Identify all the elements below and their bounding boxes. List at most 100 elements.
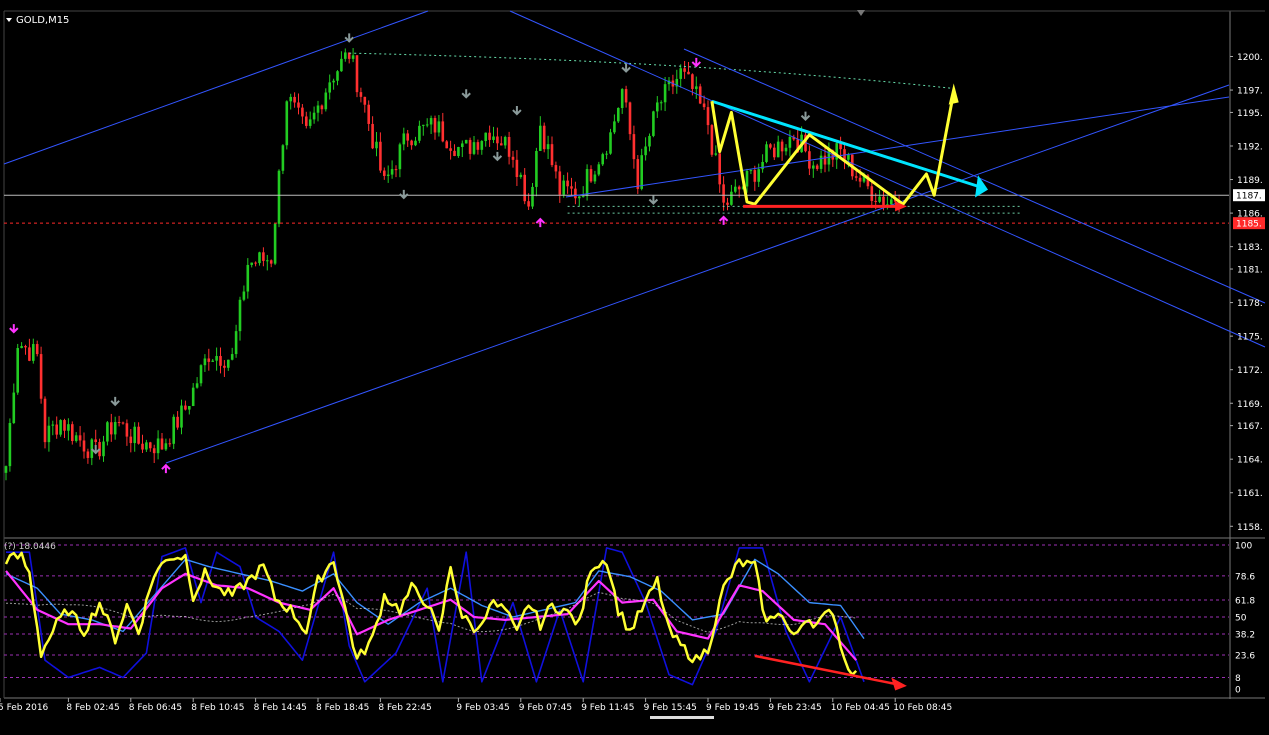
candle-body bbox=[250, 262, 253, 265]
candle-body bbox=[277, 170, 281, 224]
price-chart[interactable]: 1200.1197.1195.1192.1189.1186.1183.1181.… bbox=[0, 0, 1269, 731]
candle-body bbox=[718, 153, 721, 185]
candle-body bbox=[340, 58, 343, 72]
candle-body bbox=[410, 140, 413, 146]
candle-body bbox=[74, 435, 78, 442]
candle-body bbox=[433, 118, 437, 133]
candle-body bbox=[589, 169, 593, 182]
candle-body bbox=[67, 424, 70, 431]
price-tick-label: 1200. bbox=[1237, 53, 1263, 63]
candle-body bbox=[507, 136, 511, 157]
candle-body bbox=[375, 141, 378, 149]
candle-body bbox=[468, 139, 472, 154]
osc-level-label: 23.6 bbox=[1235, 652, 1255, 662]
candle-body bbox=[20, 346, 23, 349]
candle-body bbox=[745, 170, 749, 187]
candle-body bbox=[441, 121, 445, 142]
candle-body bbox=[117, 422, 121, 424]
candle-body bbox=[273, 223, 277, 264]
candle-body bbox=[640, 155, 643, 189]
candle-body bbox=[199, 365, 203, 384]
candle-body bbox=[35, 344, 39, 355]
candle-body bbox=[585, 169, 589, 197]
candle-body bbox=[4, 466, 8, 473]
candle-body bbox=[316, 105, 320, 113]
candle-body bbox=[784, 147, 788, 152]
candle-body bbox=[593, 174, 597, 182]
candle-body bbox=[188, 406, 191, 410]
time-tick-label: 5 Feb 2016 bbox=[0, 703, 49, 713]
candle-body bbox=[854, 176, 858, 178]
candle-body bbox=[749, 170, 753, 172]
candle-body bbox=[207, 358, 211, 362]
chart-title: GOLD,M15 bbox=[6, 15, 69, 26]
candle-body bbox=[882, 196, 885, 206]
candle-body bbox=[55, 424, 58, 435]
candle-body bbox=[776, 141, 780, 158]
candle-body bbox=[394, 169, 398, 171]
candle-body bbox=[546, 144, 550, 150]
chart-window: 1200. 1197. 1195. 1192. 1189. 1186. 1183. 1181.… bbox=[0, 0, 1269, 731]
candle-body bbox=[847, 154, 850, 160]
candle-body bbox=[773, 147, 776, 158]
candle-body bbox=[812, 165, 815, 169]
candle-body bbox=[414, 140, 417, 146]
candle-body bbox=[609, 132, 612, 154]
candle-body bbox=[457, 146, 460, 157]
candle-body bbox=[145, 442, 148, 450]
candle-body bbox=[449, 148, 452, 151]
price-tick-label: 1175. bbox=[1237, 333, 1263, 343]
candle-body bbox=[652, 111, 655, 136]
candle-body bbox=[390, 169, 394, 175]
candle-body bbox=[234, 331, 238, 355]
candle-body bbox=[636, 159, 640, 189]
horizontal-scrollbar[interactable] bbox=[650, 716, 714, 719]
candle-body bbox=[425, 124, 429, 126]
candle-body bbox=[113, 422, 117, 435]
time-tick-label: 8 Feb 02:45 bbox=[66, 703, 119, 713]
candle-body bbox=[269, 260, 273, 264]
candle-body bbox=[78, 435, 82, 441]
candle-body bbox=[24, 346, 27, 348]
candle-body bbox=[511, 156, 515, 160]
candle-body bbox=[628, 102, 632, 135]
candle-body bbox=[39, 354, 43, 399]
candle-body bbox=[227, 359, 230, 368]
candle-body bbox=[819, 155, 823, 169]
candle-body bbox=[429, 118, 433, 125]
candle-body bbox=[823, 155, 827, 165]
time-tick-label: 8 Feb 18:45 bbox=[316, 703, 369, 713]
candle-body bbox=[570, 186, 573, 189]
osc-level-label: 61.8 bbox=[1235, 597, 1255, 607]
candle-body bbox=[695, 86, 698, 89]
candle-body bbox=[223, 365, 226, 368]
candle-body bbox=[815, 165, 819, 169]
candle-body bbox=[562, 180, 565, 195]
time-tick-label: 8 Feb 14:45 bbox=[254, 703, 307, 713]
time-tick-label: 9 Feb 03:45 bbox=[456, 703, 509, 713]
candle-body bbox=[461, 143, 464, 147]
candle-body bbox=[230, 354, 234, 360]
candle-body bbox=[379, 141, 382, 171]
candle-body bbox=[406, 133, 409, 141]
candle-body bbox=[472, 142, 476, 154]
candle-body bbox=[297, 102, 300, 108]
candle-body bbox=[523, 174, 526, 202]
candle-body bbox=[141, 443, 144, 450]
candle-body bbox=[550, 144, 554, 166]
candle-body bbox=[28, 347, 31, 361]
candle-body bbox=[574, 188, 577, 199]
candle-body bbox=[320, 105, 324, 110]
candle-body bbox=[422, 124, 425, 126]
candle-body bbox=[110, 422, 113, 435]
candle-body bbox=[51, 424, 55, 426]
candle-body bbox=[129, 436, 133, 444]
candle-body bbox=[324, 92, 328, 110]
candle-body bbox=[301, 107, 304, 117]
candle-body bbox=[215, 356, 218, 361]
candle-body bbox=[515, 159, 519, 178]
candle-body bbox=[578, 196, 581, 199]
candle-body bbox=[262, 252, 265, 261]
candle-body bbox=[355, 55, 359, 93]
candle-body bbox=[601, 154, 604, 165]
